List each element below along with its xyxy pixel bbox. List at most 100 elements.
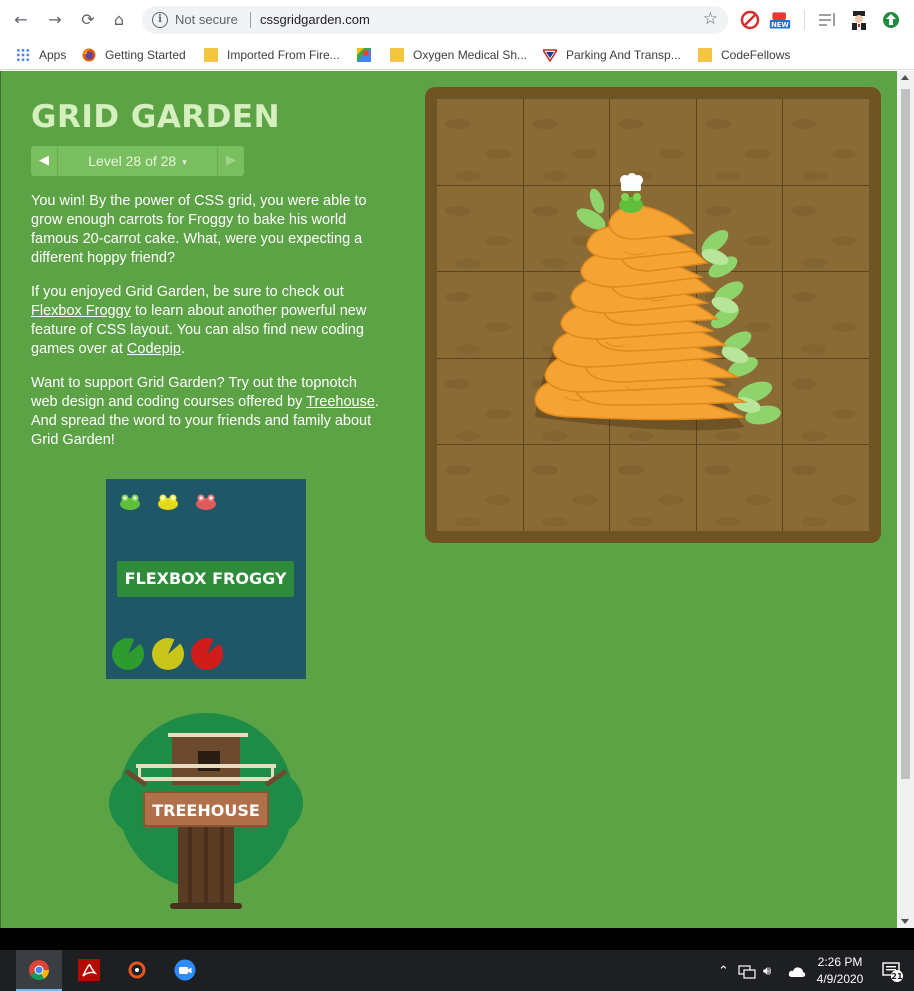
address-bar[interactable]: i Not secure cssgridgarden.com ☆ (142, 6, 728, 34)
soil-cell (437, 272, 523, 358)
previous-level-button[interactable]: ◀ (31, 146, 57, 176)
next-level-button[interactable]: ▶ (218, 146, 244, 176)
taskbar-app[interactable] (114, 950, 160, 991)
soil-cell (437, 358, 523, 445)
scroll-thumb[interactable] (901, 89, 910, 779)
soil-cell (610, 185, 696, 272)
system-clock[interactable]: 2:26 PM 4/9/2020 (808, 954, 872, 988)
soil-cell (696, 185, 783, 272)
google-maps-icon (357, 48, 371, 62)
parking-icon (543, 49, 557, 62)
network-icon[interactable] (738, 965, 756, 980)
taskbar-zoom[interactable] (162, 950, 208, 991)
back-arrow-icon[interactable]: ← (10, 9, 32, 31)
clock-date: 4/9/2020 (816, 972, 864, 986)
right-arrow-icon: ▶ (226, 153, 236, 168)
green-lilypad-icon (112, 638, 144, 670)
soil-cell (783, 99, 869, 185)
soil-cell (523, 445, 610, 531)
notification-icon: 21 (882, 962, 903, 982)
soil-cell (696, 99, 783, 185)
url-text[interactable]: cssgridgarden.com (260, 12, 370, 27)
divider (250, 12, 251, 28)
scroll-down-icon[interactable] (901, 919, 909, 924)
soil-cell (783, 445, 869, 531)
text-segment: If you enjoyed Grid Garden, be sure to c… (31, 284, 344, 300)
queue-icon[interactable] (816, 9, 838, 31)
bookmark-label: CodeFellows (721, 48, 791, 62)
bookmark-label: Imported From Fire... (227, 48, 340, 62)
bookmark-codefellows[interactable]: CodeFellows (698, 46, 790, 64)
notification-count: 21 (891, 972, 903, 981)
bookmark-apps[interactable]: Apps (16, 46, 66, 64)
taskbar-acrobat[interactable] (66, 950, 112, 991)
chrome-icon (29, 960, 50, 981)
bookmarks-bar: Apps Getting Started Imported From Fire.… (0, 40, 914, 70)
bookmark-star-icon[interactable]: ☆ (703, 9, 718, 29)
soil-cell (523, 358, 610, 445)
treehouse-button[interactable]: TREEHOUSE (143, 791, 269, 827)
soil-cell (437, 99, 523, 185)
notification-center[interactable]: 21 (882, 962, 904, 982)
adblock-icon[interactable] (739, 9, 761, 31)
flexbox-froggy-promo[interactable]: FLEXBOX FROGGY (106, 479, 306, 679)
bookmark-oxygen[interactable]: Oxygen Medical Sh... (390, 46, 527, 64)
flexbox-froggy-link[interactable]: Flexbox Froggy (31, 303, 131, 319)
win-paragraph: You win! By the power of CSS grid, you w… (31, 193, 367, 266)
reload-icon[interactable]: ⟳ (77, 9, 99, 31)
user-avatar-icon[interactable] (848, 9, 870, 31)
scroll-up-icon[interactable] (901, 75, 909, 80)
red-frog-icon (196, 494, 216, 510)
soil-cell (523, 272, 610, 358)
level-navigation: ◀ Level 28 of 28 ▾ ▶ (31, 146, 244, 176)
caret-down-icon: ▾ (182, 157, 187, 167)
firefox-icon (82, 48, 96, 62)
instructions: You win! By the power of CSS grid, you w… (31, 192, 381, 465)
soil-cell (523, 185, 610, 272)
soil-cell (696, 272, 783, 358)
new-badge-text: NEW (771, 21, 789, 29)
bookmark-label: Parking And Transp... (566, 48, 681, 62)
bookmark-maps[interactable] (357, 46, 380, 64)
apps-grid-icon (16, 48, 30, 62)
bookmark-imported[interactable]: Imported From Fire... (204, 46, 340, 64)
taskbar-top-strip (0, 928, 914, 950)
soil-cell (783, 358, 869, 445)
soil-cell (523, 99, 610, 185)
soil-cell (783, 185, 869, 272)
volume-icon[interactable]: 🔊︎ (763, 964, 771, 979)
yellow-lilypad-icon (152, 638, 184, 670)
flexbox-froggy-button[interactable]: FLEXBOX FROGGY (117, 561, 294, 597)
text-segment: . (180, 341, 185, 357)
soil-cell (610, 358, 696, 445)
taskbar-chrome[interactable] (16, 950, 62, 991)
folder-icon (204, 48, 218, 62)
treehouse-link[interactable]: Treehouse (306, 394, 375, 410)
soil-cell (437, 445, 523, 531)
security-label[interactable]: Not secure (175, 12, 238, 27)
new-extension-icon[interactable]: NEW (769, 9, 791, 31)
info-icon[interactable]: i (152, 12, 168, 28)
soil-cell (696, 445, 783, 531)
folder-icon (698, 48, 712, 62)
page-scrollbar[interactable] (897, 71, 914, 928)
support-paragraph: Want to support Grid Garden? Try out the… (31, 374, 381, 450)
garden-board (425, 87, 881, 543)
onedrive-icon[interactable] (788, 966, 806, 978)
browser-toolbar: ← → ⟳ ⌂ i Not secure cssgridgarden.com ☆… (0, 0, 914, 40)
yellow-frog-icon (158, 494, 178, 510)
bookmark-parking[interactable]: Parking And Transp... (543, 46, 681, 64)
clock-time: 2:26 PM (817, 955, 863, 969)
bookmark-getting-started[interactable]: Getting Started (82, 46, 186, 64)
bookmark-label: Oxygen Medical Sh... (413, 48, 528, 62)
codepip-link[interactable]: Codepip (127, 341, 181, 357)
show-hidden-icons-icon[interactable]: ⌃ (718, 964, 729, 979)
level-dropdown[interactable]: Level 28 of 28 ▾ (57, 146, 218, 176)
page-title: GRID GARDEN (31, 99, 281, 135)
level-label: Level 28 of 28 (88, 153, 177, 169)
red-lilypad-icon (191, 638, 223, 670)
update-arrow-icon[interactable] (880, 9, 902, 31)
home-icon[interactable]: ⌂ (108, 9, 130, 31)
treehouse-promo[interactable]: TREEHOUSE (106, 711, 306, 911)
forward-arrow-icon[interactable]: → (44, 9, 66, 31)
